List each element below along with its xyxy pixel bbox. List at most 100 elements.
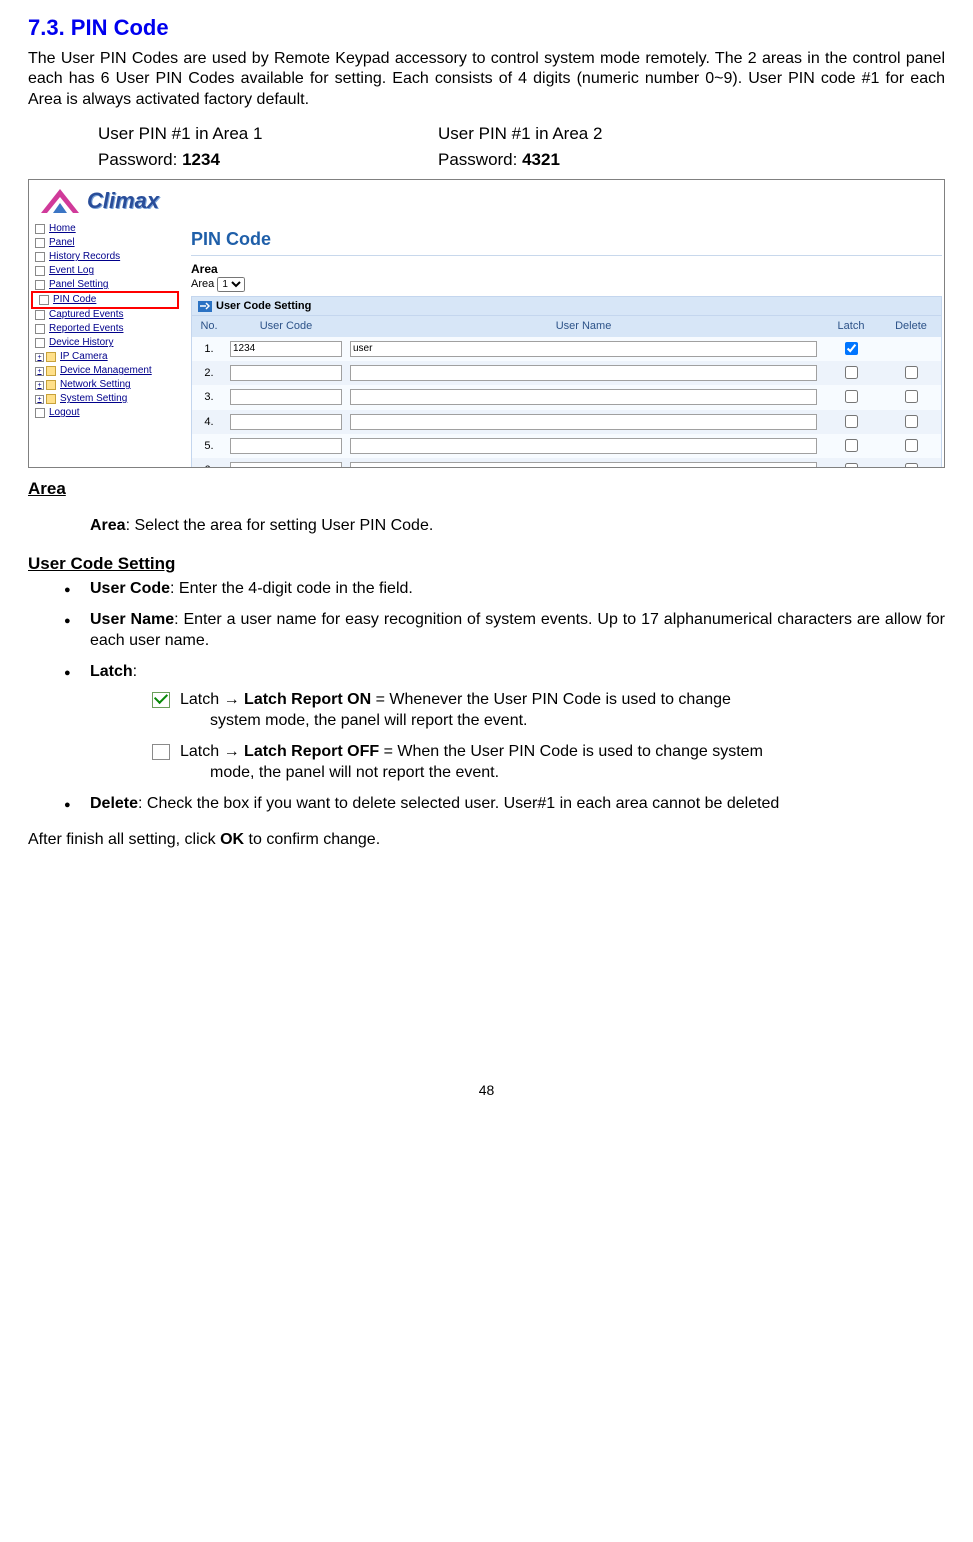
nav-devicehistory[interactable]: Device History [31,336,179,350]
screenshot-main: PIN Code Area Area 1 User Code Setting N… [181,222,944,467]
area-desc-rest: : Select the area for setting User PIN C… [126,517,434,534]
row-no: 5. [192,434,226,458]
pw-prefix-2: Password: [438,150,522,169]
screenshot-panel: Climax Home Panel History Records Event … [28,179,945,468]
pw-prefix-1: Password: [98,150,182,169]
latch-on-text: Latch → Latch Report ON = Whenever the U… [180,690,945,732]
delete-bold: Delete [90,795,138,812]
table-row: 6. [192,458,941,468]
col-no: No. [192,316,226,337]
nav-network[interactable]: +Network Setting [31,378,179,392]
area-section-label: Area [191,262,942,278]
nav-eventlog[interactable]: Event Log [31,264,179,278]
bullet-delete: Delete: Check the box if you want to del… [28,794,945,815]
user-name-input[interactable] [350,365,817,381]
screenshot-brand-header: Climax [29,180,944,222]
nav-ipcamera[interactable]: +IP Camera [31,350,179,364]
col-code: User Code [226,316,346,337]
arrow-icon-2: → [224,743,240,760]
closing-paragraph: After finish all setting, click OK to co… [28,830,945,851]
latch-checkbox[interactable] [845,342,858,355]
table-row: 3. [192,385,941,409]
latch-off-rest-1: = When the User PIN Code is used to chan… [384,743,763,760]
col-name: User Name [346,316,821,337]
latch-checkbox[interactable] [845,390,858,403]
arrow-icon-1: → [224,691,240,708]
logo-text: Climax [87,187,159,216]
pin-passwords-row: Password: 1234 Password: 4321 [98,149,945,171]
latch-off-row: Latch → Latch Report OFF = When the User… [152,742,945,784]
closing-post: to confirm change. [244,831,380,848]
area-select[interactable]: 1 [217,277,245,292]
nav-reported[interactable]: Reported Events [31,322,179,336]
latch-checkbox[interactable] [845,366,858,379]
checkbox-unchecked-icon [152,744,170,760]
row-no: 4. [192,410,226,434]
user-code-panel: User Code Setting No. User Code User Nam… [191,296,942,468]
delete-checkbox[interactable] [905,463,918,468]
nav-panelsetting[interactable]: Panel Setting [31,278,179,292]
delete-rest: : Check the box if you want to delete se… [138,795,779,812]
user-code-input[interactable] [230,389,342,405]
table-row: 2. [192,361,941,385]
checkbox-checked-icon [152,692,170,708]
area-field-label: Area [191,278,214,290]
nav-devicemgmt[interactable]: +Device Management [31,364,179,378]
screenshot-title: PIN Code [191,228,942,255]
logo-icon [35,183,85,219]
latch-on-bold: Latch Report ON [240,691,376,708]
user-name-input[interactable] [350,462,817,468]
latch-checkbox[interactable] [845,439,858,452]
pin-area1-title: User PIN #1 in Area 1 [98,123,438,145]
latch-on-rest-1: = Whenever the User PIN Code is used to … [376,691,731,708]
latch-checkbox[interactable] [845,463,858,468]
intro-paragraph: The User PIN Codes are used by Remote Ke… [28,49,945,111]
delete-checkbox[interactable] [905,415,918,428]
closing-bold: OK [220,831,244,848]
user-code-panel-head: User Code Setting [192,297,941,315]
user-name-input[interactable] [350,341,817,357]
bullet-list: User Code: Enter the 4-digit code in the… [28,579,945,814]
latch-colon: : [133,663,137,680]
latch-off-text: Latch → Latch Report OFF = When the User… [180,742,945,784]
delete-checkbox[interactable] [905,439,918,452]
pin-area2-pw: Password: 4321 [438,149,778,171]
nav-history[interactable]: History Records [31,250,179,264]
area-select-row: Area 1 [191,277,942,292]
user-code-input[interactable] [230,414,342,430]
username-bold: User Name [90,611,174,628]
user-code-input[interactable] [230,365,342,381]
user-code-input[interactable] [230,462,342,468]
latch-on-lead: Latch [180,691,224,708]
user-code-input[interactable] [230,438,342,454]
username-rest: : Enter a user name for easy recognition… [90,611,945,649]
nav-system[interactable]: +System Setting [31,392,179,406]
user-code-table: No. User Code User Name Latch Delete 1.2… [192,315,941,468]
nav-logout[interactable]: Logout [31,406,179,420]
latch-checkbox[interactable] [845,415,858,428]
usercode-bold: User Code [90,580,170,597]
nav-panel[interactable]: Panel [31,236,179,250]
table-row: 5. [192,434,941,458]
latch-on-rest-2: system mode, the panel will report the e… [180,711,945,732]
pw2-value: 4321 [522,150,560,169]
pin-titles-row: User PIN #1 in Area 1 User PIN #1 in Are… [98,123,945,145]
latch-off-lead: Latch [180,743,224,760]
table-row: 4. [192,410,941,434]
user-name-input[interactable] [350,389,817,405]
arrow-badge-icon [198,301,212,312]
delete-checkbox[interactable] [905,366,918,379]
section-heading: 7.3. PIN Code [28,14,945,43]
bullet-usercode: User Code: Enter the 4-digit code in the… [28,579,945,600]
user-name-input[interactable] [350,438,817,454]
delete-checkbox[interactable] [905,390,918,403]
table-row: 1. [192,337,941,361]
nav-home[interactable]: Home [31,222,179,236]
nav-captured[interactable]: Captured Events [31,308,179,322]
panel-head-text: User Code Setting [216,299,311,313]
nav-pincode[interactable]: PIN Code [35,293,175,307]
user-code-input[interactable] [230,341,342,357]
user-code-setting-subhead: User Code Setting [28,553,945,575]
user-name-input[interactable] [350,414,817,430]
col-delete: Delete [881,316,941,337]
